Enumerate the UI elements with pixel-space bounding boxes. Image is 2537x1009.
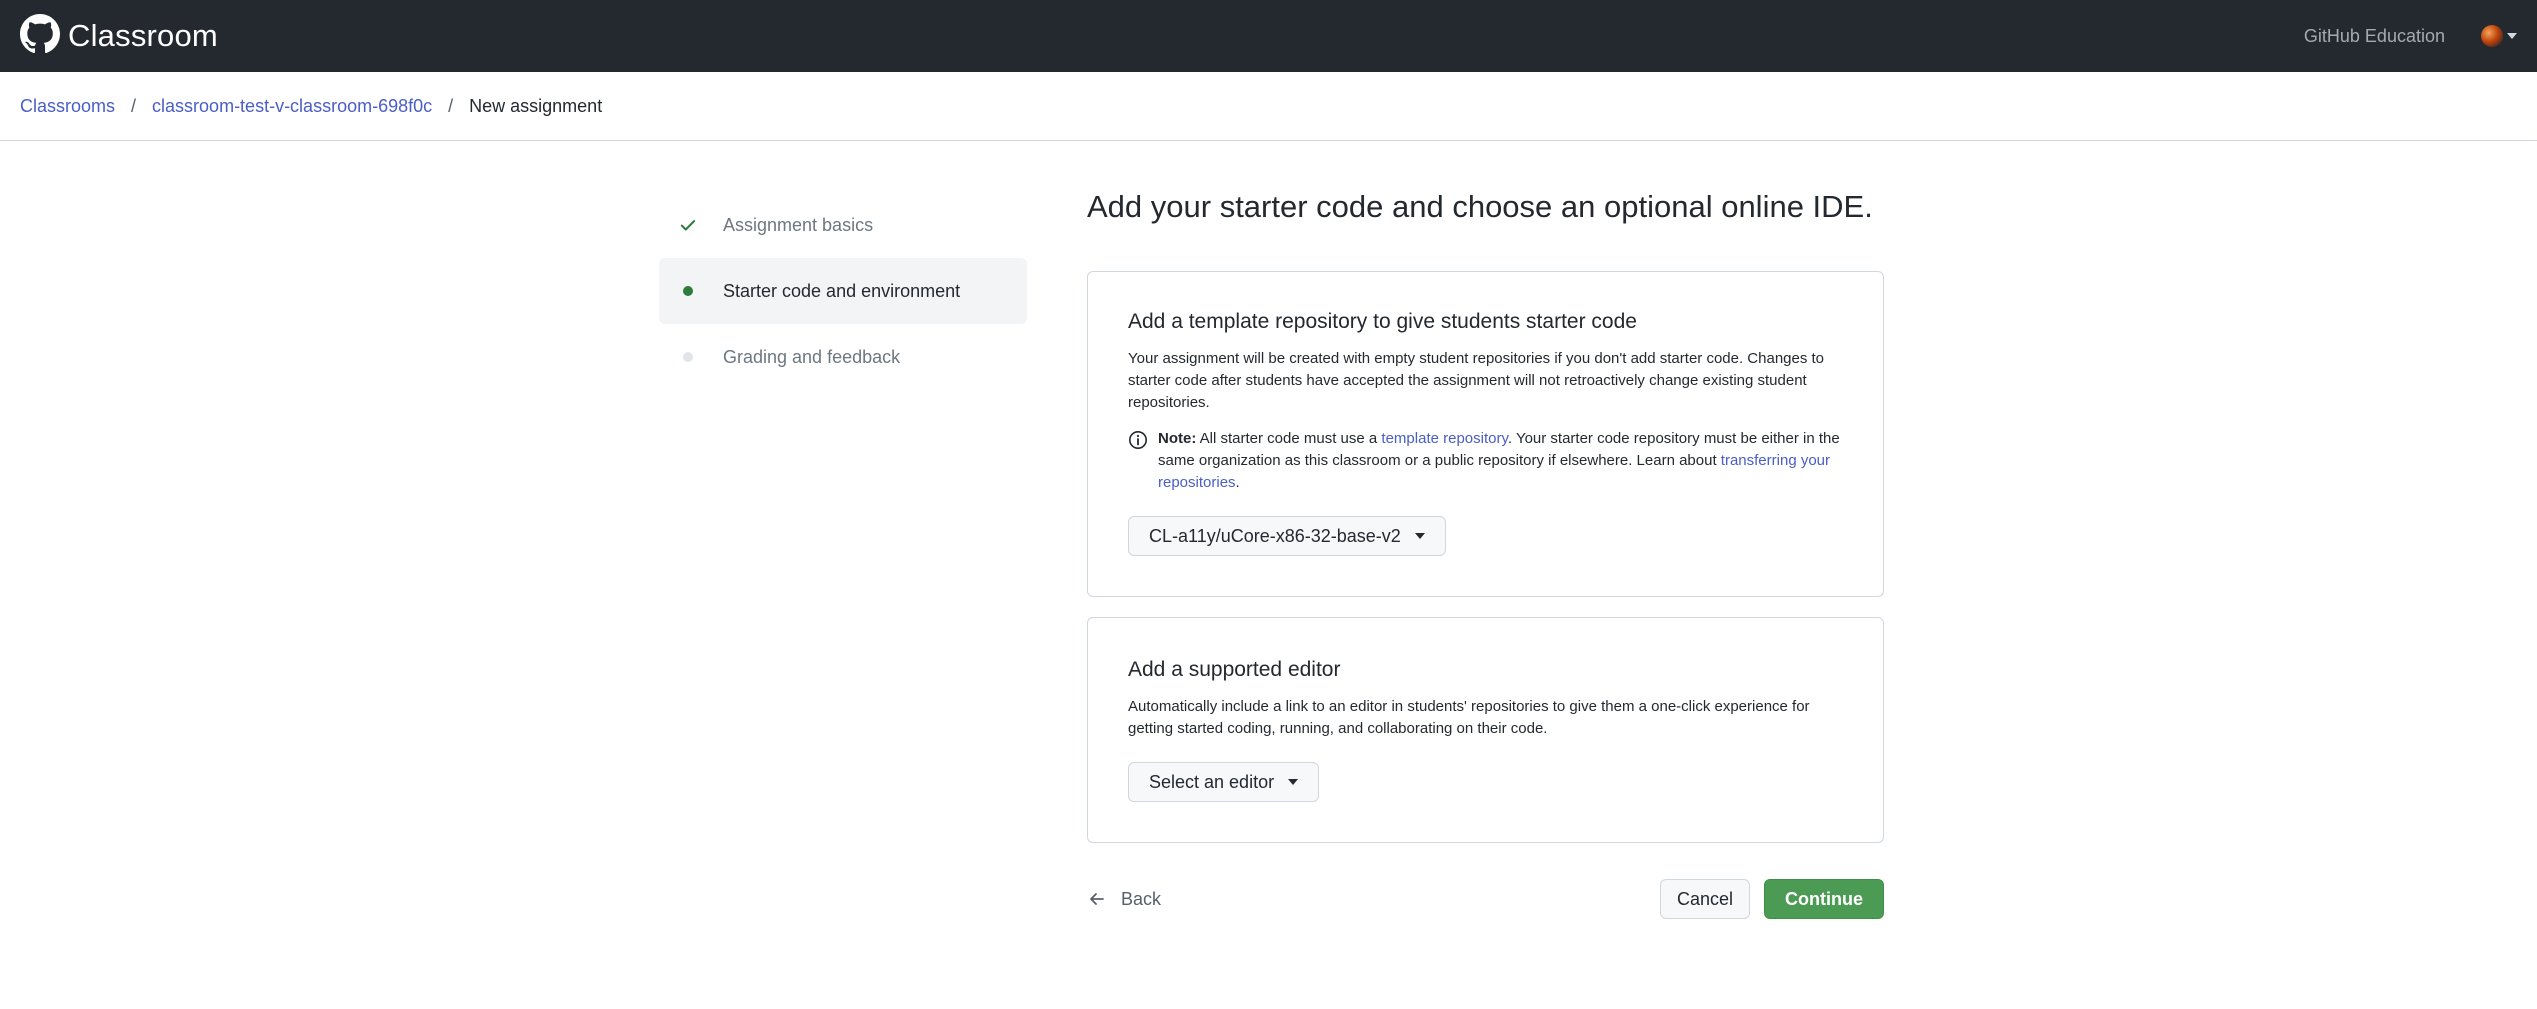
note-text: Note: All starter code must use a templa… [1158, 428, 1843, 494]
step-starter-code[interactable]: Starter code and environment [659, 258, 1027, 324]
footer-actions: Cancel Continue [1659, 879, 1884, 920]
brand-title: Classroom [68, 18, 218, 53]
breadcrumb-separator: / [448, 95, 454, 116]
page-title: Add your starter code and choose an opti… [1087, 189, 1873, 224]
breadcrumb: Classrooms / classroom-test-v-classroom-… [0, 72, 2537, 141]
template-repository-select[interactable]: CL-a11y/uCore-x86-32-base-v2 [1128, 516, 1446, 557]
editor-select-wrap: Select an editor [1128, 762, 1843, 803]
editor-card-description: Automatically include a link to an edito… [1128, 698, 1810, 738]
chevron-down-icon [1414, 533, 1425, 540]
cancel-button[interactable]: Cancel [1659, 879, 1750, 920]
template-repository-card: Add a template repository to give studen… [1087, 271, 1884, 598]
template-note: Note: All starter code must use a templa… [1128, 428, 1843, 494]
arrow-left-icon [1090, 893, 1104, 906]
template-repository-link[interactable]: template repository [1381, 430, 1507, 447]
editor-select[interactable]: Select an editor [1128, 762, 1320, 803]
chevron-down-icon [2507, 33, 2517, 39]
header-right-nav: GitHub Education [2304, 25, 2517, 47]
check-icon [680, 220, 696, 231]
note-text-part: All starter code must use a [1196, 430, 1382, 448]
step-marker [679, 286, 705, 296]
breadcrumb-current-page: New assignment [469, 95, 603, 116]
step-grading-feedback[interactable]: Grading and feedback [659, 324, 1027, 390]
chevron-down-icon [1288, 779, 1299, 786]
editor-card-title: Add a supported editor [1128, 658, 1341, 682]
breadcrumb-separator: / [131, 95, 137, 116]
step-label: Assignment basics [723, 214, 874, 235]
breadcrumb-classrooms-link[interactable]: Classrooms [20, 96, 115, 117]
note-text-part: . [1235, 474, 1240, 492]
template-card-title: Add a template repository to give studen… [1128, 310, 1637, 334]
step-label: Grading and feedback [723, 346, 901, 367]
github-octocat-icon [20, 13, 60, 59]
continue-button[interactable]: Continue [1764, 879, 1884, 920]
user-menu-button[interactable] [2481, 25, 2517, 47]
selected-repository-label: CL-a11y/uCore-x86-32-base-v2 [1149, 525, 1401, 546]
repo-select-wrap: CL-a11y/uCore-x86-32-base-v2 [1128, 516, 1843, 557]
form-footer: Back Cancel Continue [1087, 879, 1884, 920]
top-header: Classroom GitHub Education [0, 0, 2537, 72]
note-label: Note: [1158, 430, 1197, 448]
back-button[interactable]: Back [1087, 889, 1161, 910]
step-marker [679, 352, 705, 362]
pending-step-dot-icon [683, 352, 693, 362]
step-assignment-basics[interactable]: Assignment basics [659, 192, 1027, 258]
assignment-steps-nav: Assignment basics Starter code and envir… [659, 192, 1027, 390]
info-icon [1129, 431, 1147, 450]
brand-home-link[interactable]: Classroom [20, 13, 218, 59]
breadcrumb-classroom-link[interactable]: classroom-test-v-classroom-698f0c [152, 96, 432, 117]
main-content: Add your starter code and choose an opti… [1087, 188, 1884, 920]
github-education-link[interactable]: GitHub Education [2304, 26, 2445, 47]
step-marker [679, 216, 705, 234]
avatar [2481, 25, 2503, 47]
editor-select-label: Select an editor [1149, 771, 1275, 792]
supported-editor-card: Add a supported editor Automatically inc… [1087, 617, 1884, 844]
template-card-description: Your assignment will be created with emp… [1128, 350, 1825, 412]
step-label: Starter code and environment [723, 280, 961, 301]
back-label: Back [1121, 888, 1162, 909]
active-step-dot-icon [683, 286, 693, 296]
